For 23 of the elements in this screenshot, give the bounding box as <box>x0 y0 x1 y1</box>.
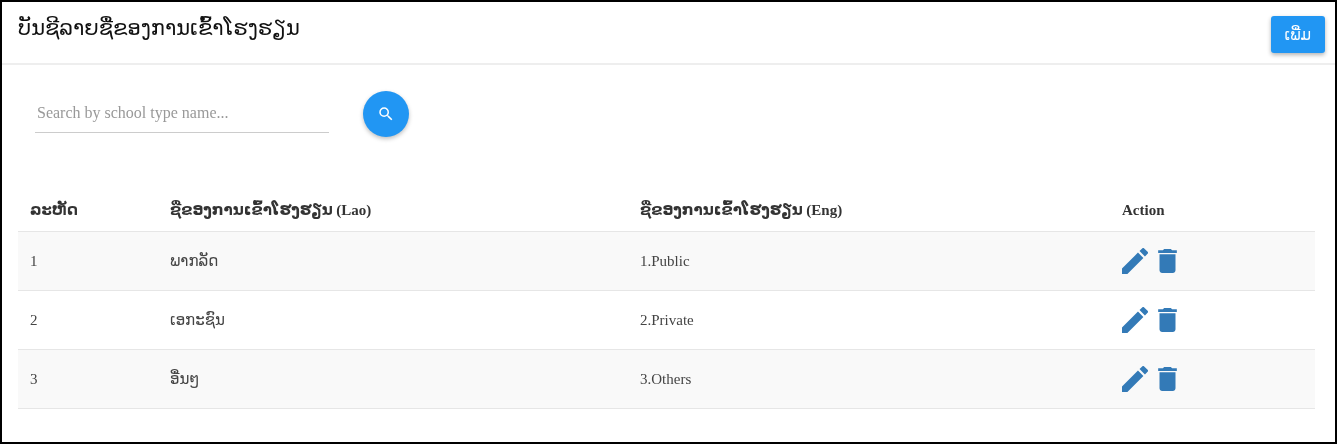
table-cell: ເອກະຊົນ <box>170 312 225 328</box>
column-header: Action <box>1122 201 1165 218</box>
table-cell: ພາກລັດ <box>170 253 219 269</box>
table-cell: 1 <box>30 252 38 269</box>
table-cell: ອື່ນໆ <box>170 371 200 387</box>
add-button[interactable]: ເພີ່ມ <box>1270 16 1325 53</box>
edit-icon[interactable] <box>1122 307 1148 333</box>
search-button[interactable] <box>363 91 409 137</box>
edit-icon[interactable] <box>1122 366 1148 392</box>
page-title: ບັນຊີລາຍຊື່ຂອງການເຂົ້າໂຮງຮຽນ <box>18 16 300 40</box>
table-cell: 3.Others <box>640 370 692 387</box>
column-header: ຊື່ຂອງການເຂົ້າໂຮງຮຽນ (Lao) <box>170 202 372 218</box>
table-cell: 3 <box>30 370 38 387</box>
delete-icon[interactable] <box>1158 308 1177 332</box>
search-icon <box>377 105 395 123</box>
table-cell: 1.Public <box>640 252 690 269</box>
column-header: ລະຫັດ <box>30 202 78 218</box>
column-header: ຊື່ຂອງການເຂົ້າໂຮງຮຽນ (Eng) <box>640 202 843 218</box>
delete-icon[interactable] <box>1158 367 1177 391</box>
delete-icon[interactable] <box>1158 249 1177 273</box>
edit-icon[interactable] <box>1122 248 1148 274</box>
table-cell: 2 <box>30 311 38 328</box>
table-cell: 2.Private <box>640 311 694 328</box>
